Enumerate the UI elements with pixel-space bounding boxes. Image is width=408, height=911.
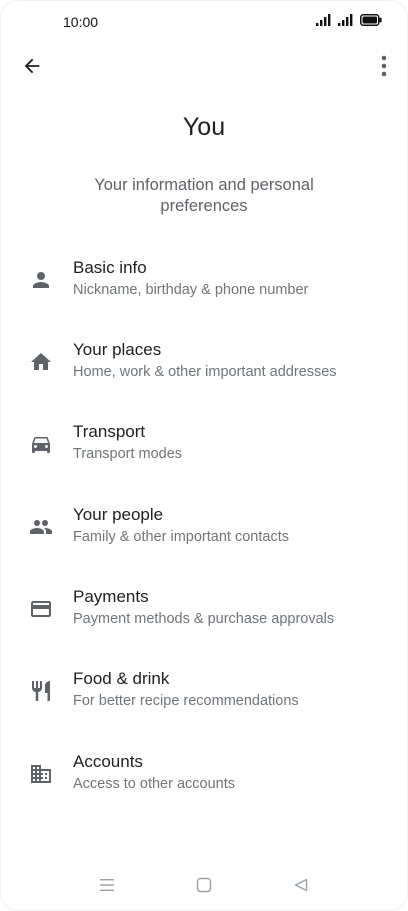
menu-item-title: Transport <box>73 422 146 441</box>
recents-button[interactable] <box>94 876 120 898</box>
menu-item-title: Food & drink <box>73 669 170 688</box>
page-title: You <box>182 113 226 141</box>
people-icon <box>27 513 55 541</box>
square-icon <box>196 877 212 898</box>
business-icon <box>27 760 55 788</box>
status-time: 10:00 <box>63 14 99 30</box>
menu-item-your-places[interactable]: Your places Home, work & other important… <box>0 340 408 412</box>
page-subtitle: Your information and personal preference… <box>94 176 314 215</box>
menu-item-description: Nickname, birthday & phone number <box>73 282 309 298</box>
arrow-back-icon <box>21 55 43 82</box>
menu-item-description: Home, work & other important addresses <box>73 364 337 380</box>
triangle-back-icon <box>293 877 309 898</box>
top-app-bar <box>0 46 408 90</box>
restaurant-icon <box>27 677 55 705</box>
status-icons <box>316 14 382 30</box>
menu-item-payments[interactable]: Payments Payment methods & purchase appr… <box>0 587 408 659</box>
battery-icon <box>360 13 382 31</box>
menu-item-description: Family & other important contacts <box>73 529 289 545</box>
person-icon <box>27 266 55 294</box>
more-vert-icon <box>381 55 387 82</box>
menu-item-description: For better recipe recommendations <box>73 693 299 709</box>
signal-icon <box>316 13 332 31</box>
menu-item-transport[interactable]: Transport Transport modes <box>0 422 408 494</box>
back-nav-button[interactable] <box>288 876 314 898</box>
home-icon <box>27 348 55 376</box>
car-icon <box>27 430 55 458</box>
menu-item-description: Payment methods & purchase approvals <box>73 611 335 627</box>
menu-item-title: Your places <box>73 340 162 359</box>
menu-item-title: Basic info <box>73 258 147 277</box>
home-nav-button[interactable] <box>191 876 217 898</box>
menu-item-description: Transport modes <box>73 446 183 462</box>
more-options-button[interactable] <box>374 54 394 82</box>
menu-item-food-and-drink[interactable]: Food & drink For better recipe recommend… <box>0 669 408 741</box>
menu-item-title: Payments <box>73 587 149 606</box>
menu-lines-icon <box>99 878 115 897</box>
credit-card-icon <box>27 595 55 623</box>
signal-icon-2 <box>338 13 354 31</box>
menu-item-description: Access to other accounts <box>73 776 235 792</box>
back-button[interactable] <box>18 54 46 82</box>
menu-item-title: Your people <box>73 505 164 524</box>
menu-item-your-people[interactable]: Your people Family & other important con… <box>0 505 408 577</box>
status-bar: 10:00 <box>0 0 408 46</box>
menu-item-accounts[interactable]: Accounts Access to other accounts <box>0 752 408 824</box>
menu-item-basic-info[interactable]: Basic info Nickname, birthday & phone nu… <box>0 258 408 330</box>
system-nav-bar <box>0 868 408 908</box>
menu-item-title: Accounts <box>73 752 143 771</box>
